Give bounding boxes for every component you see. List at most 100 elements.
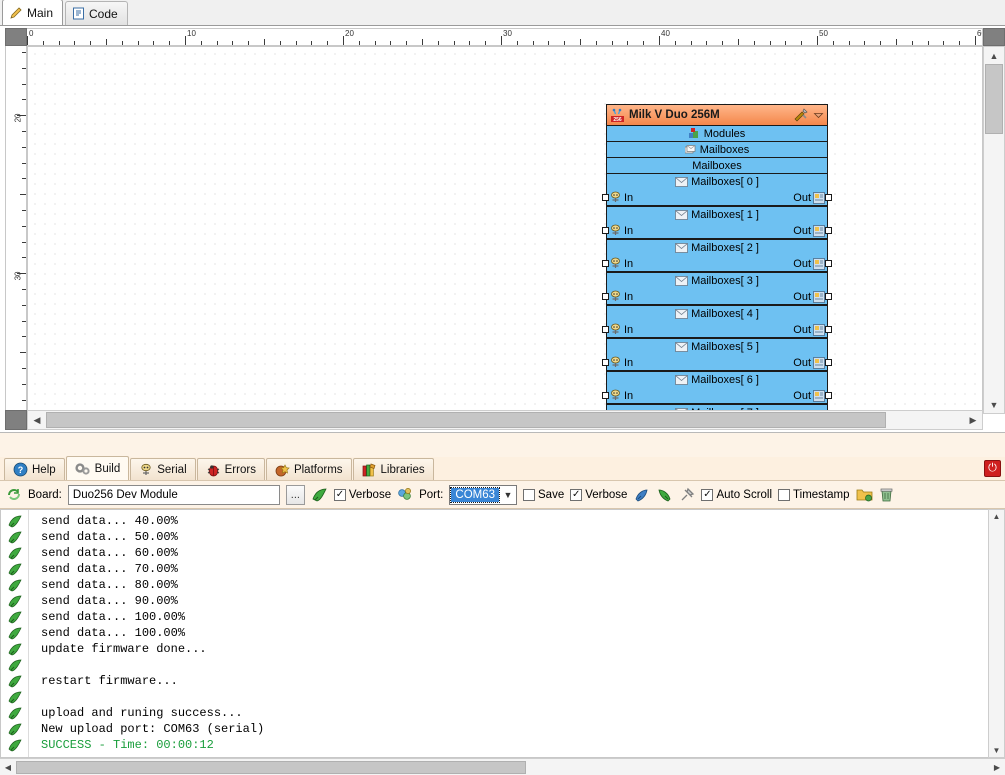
save-label: Save — [538, 488, 565, 501]
mailbox-out-port[interactable]: Out — [793, 192, 825, 204]
mailbox-in-port[interactable]: In — [609, 224, 633, 237]
bottom-tab-platforms[interactable]: Platforms — [265, 458, 352, 480]
verbose-serial-checkbox[interactable]: ✓ Verbose — [570, 488, 627, 501]
scroll-left-icon[interactable]: ◀ — [0, 763, 16, 772]
mailbox-entry[interactable]: Mailboxes[ 0 ] In Out — [602, 174, 832, 207]
auto-scroll-checkbox[interactable]: ✓ Auto Scroll — [701, 488, 772, 501]
mailbox-entry[interactable]: Mailboxes[ 2 ] In Out — [602, 240, 832, 273]
scroll-right-icon[interactable]: ▶ — [964, 415, 982, 426]
bottom-tab-help[interactable]: ? Help — [4, 458, 65, 480]
upload-arrow-icon — [6, 626, 23, 640]
upload-icon[interactable] — [311, 487, 328, 503]
console-output[interactable]: send data... 40.00% send data... 50.00% se… — [0, 509, 1005, 758]
console-scroll-thumb[interactable] — [16, 760, 526, 774]
input-connector[interactable] — [602, 194, 609, 201]
input-connector[interactable] — [602, 260, 609, 267]
port-select[interactable]: COM63 ▼ — [449, 484, 518, 505]
input-connector[interactable] — [602, 326, 609, 333]
mailbox-out-port[interactable]: Out — [793, 258, 825, 270]
console-vertical-scrollbar[interactable]: ▲ ▼ — [988, 509, 1005, 758]
mailbox-in-port[interactable]: In — [609, 323, 633, 336]
mailbox-out-port[interactable]: Out — [793, 390, 825, 402]
board-browse-button[interactable]: ... — [285, 484, 305, 505]
mailbox-header[interactable]: Mailboxes[ 1 ] — [607, 207, 827, 223]
scroll-down-icon[interactable]: ▼ — [993, 744, 1001, 757]
chevron-down-icon[interactable] — [813, 111, 824, 120]
output-connector[interactable] — [825, 194, 832, 201]
bottom-tab-build[interactable]: Build — [65, 456, 130, 480]
mailbox-entry[interactable]: Mailboxes[ 4 ] In Out — [602, 306, 832, 339]
output-connector[interactable] — [825, 227, 832, 234]
scroll-left-icon[interactable]: ◀ — [28, 415, 46, 426]
modules-icon — [688, 128, 701, 139]
bottom-tab-errors[interactable]: Errors — [196, 458, 265, 480]
mailbox-out-port[interactable]: Out — [793, 357, 825, 369]
mailbox-header[interactable]: Mailboxes[ 0 ] — [607, 174, 827, 190]
mailbox-header[interactable]: Mailboxes[ 4 ] — [607, 306, 827, 322]
mailbox-entry[interactable]: Mailboxes[ 6 ] In Out — [602, 372, 832, 405]
node-row[interactable]: Modules — [607, 126, 827, 142]
ruler-tick — [22, 52, 26, 53]
trash-icon[interactable] — [879, 487, 894, 503]
folder-icon[interactable] — [856, 487, 873, 502]
mailbox-in-port[interactable]: In — [609, 191, 633, 204]
refresh-icon[interactable] — [6, 487, 22, 502]
console-horizontal-scrollbar[interactable]: ◀ ▶ — [0, 758, 1005, 775]
bottom-tab-serial[interactable]: Serial — [130, 458, 196, 480]
save-checkbox[interactable]: Save — [523, 488, 565, 501]
chevron-down-icon[interactable]: ▼ — [500, 490, 516, 500]
mailbox-entry[interactable]: Mailboxes[ 5 ] In Out — [602, 339, 832, 372]
platforms-icon — [275, 463, 290, 477]
mailbox-header[interactable]: Mailboxes[ 2 ] — [607, 240, 827, 256]
input-connector[interactable] — [602, 227, 609, 234]
power-button[interactable]: ⏻ — [984, 460, 1001, 477]
node-row[interactable]: Mailboxes — [607, 158, 827, 174]
serial-in-icon[interactable] — [633, 487, 650, 503]
bottom-tab-libraries[interactable]: Libraries — [352, 458, 434, 480]
vertical-scroll-thumb[interactable] — [985, 64, 1003, 134]
tools-icon[interactable] — [794, 108, 809, 122]
node-milk-v-duo-256m[interactable]: 256 Milk V Duo 256M Modules Mailboxes Mail… — [602, 104, 832, 413]
scroll-down-icon[interactable]: ▼ — [984, 396, 1004, 413]
output-connector[interactable] — [825, 293, 832, 300]
mailbox-in-port[interactable]: In — [609, 290, 633, 303]
input-connector[interactable] — [602, 293, 609, 300]
output-connector[interactable] — [825, 359, 832, 366]
canvas-vertical-scrollbar[interactable]: ▲ ▼ — [983, 46, 1005, 414]
input-connector[interactable] — [602, 359, 609, 366]
serial-out-icon[interactable] — [656, 487, 673, 503]
mailbox-ports: In Out — [602, 355, 832, 370]
mailbox-out-port[interactable]: Out — [793, 324, 825, 336]
canvas-horizontal-scrollbar[interactable]: ◀ ▶ — [27, 410, 983, 430]
design-canvas[interactable]: 256 Milk V Duo 256M Modules Mailboxes Mail… — [27, 46, 983, 414]
input-connector[interactable] — [602, 392, 609, 399]
output-connector[interactable] — [825, 392, 832, 399]
board-input[interactable] — [67, 484, 280, 505]
output-connector[interactable] — [825, 326, 832, 333]
tab-code[interactable]: Code — [65, 1, 128, 25]
mailbox-out-port[interactable]: Out — [793, 291, 825, 303]
mailbox-in-port[interactable]: In — [609, 389, 633, 402]
scroll-up-icon[interactable]: ▲ — [993, 510, 1001, 523]
node-title-bar[interactable]: 256 Milk V Duo 256M — [607, 105, 827, 126]
mailbox-out-port[interactable]: Out — [793, 225, 825, 237]
verbose-build-checkbox[interactable]: ✓ Verbose — [333, 488, 391, 501]
ruler-tick — [22, 210, 26, 211]
mailbox-in-port[interactable]: In — [609, 356, 633, 369]
output-connector[interactable] — [825, 260, 832, 267]
horizontal-scroll-thumb[interactable] — [46, 412, 886, 428]
mailbox-header[interactable]: Mailboxes[ 3 ] — [607, 273, 827, 289]
verbose-serial-check-glyph: ✓ — [570, 488, 583, 501]
scroll-up-icon[interactable]: ▲ — [984, 47, 1004, 64]
mailbox-header[interactable]: Mailboxes[ 6 ] — [607, 372, 827, 388]
timestamp-checkbox[interactable]: Timestamp — [778, 488, 850, 501]
mailbox-entry[interactable]: Mailboxes[ 1 ] In Out — [602, 207, 832, 240]
mailbox-header[interactable]: Mailboxes[ 5 ] — [607, 339, 827, 355]
envelope-icon — [675, 375, 688, 385]
pin-icon[interactable] — [679, 487, 695, 503]
node-row[interactable]: Mailboxes — [607, 142, 827, 158]
tab-main[interactable]: Main — [2, 0, 64, 25]
mailbox-entry[interactable]: Mailboxes[ 3 ] In Out — [602, 273, 832, 306]
scroll-right-icon[interactable]: ▶ — [989, 763, 1005, 772]
mailbox-in-port[interactable]: In — [609, 257, 633, 270]
